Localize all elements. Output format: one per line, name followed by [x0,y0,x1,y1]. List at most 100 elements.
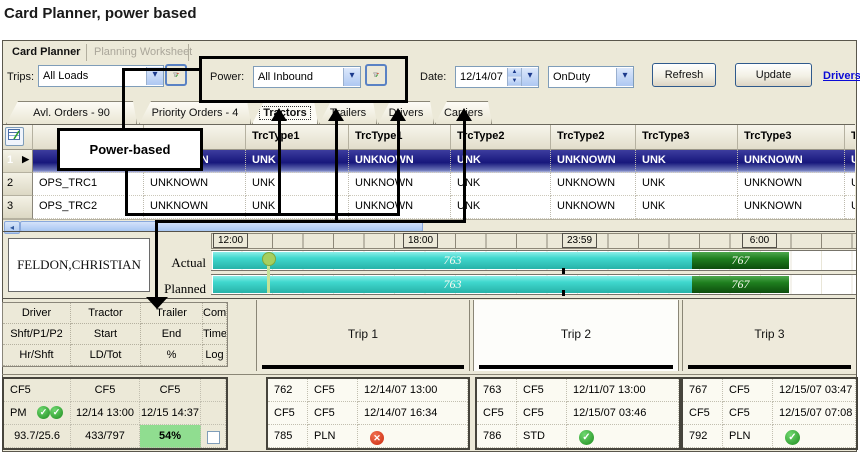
trip2-header[interactable]: Trip 2 [473,300,679,371]
table-row[interactable]: 2 OPS_TRC1 UNKNOWN UNK UNKNOWN UNK UNKNO… [3,173,855,196]
midnight-tick [562,268,565,274]
driver-card-cell [201,379,226,402]
grid-cell[interactable]: UNKNOWN [738,150,845,173]
arrow-up-icon [390,108,406,121]
grid-col-header[interactable]: TrcType1 [246,125,349,150]
timeline-tick-label: 18:00 [403,233,438,248]
grid-cell[interactable]: UNK [636,196,738,219]
trip1-header[interactable]: Trip 1 [256,300,470,371]
chevron-down-icon[interactable] [521,68,538,86]
gantt-bar-planned-next-trip[interactable]: 767 [692,276,789,293]
trip-cell: CF5 [268,402,308,425]
row-number: 2 [7,177,13,195]
spin-down-icon[interactable]: ▼ [508,77,521,86]
grid-cell[interactable]: UNK [636,173,738,196]
trip2-card[interactable]: 763 CF5 12/11/07 13:00 CF5 CF5 12/15/07 … [475,377,681,450]
page-title: Card Planner, power based [4,5,197,22]
legend-cell: Tractor [71,303,141,324]
grid-cell[interactable]: UNKNOWN [845,196,855,219]
date-value: 12/14/07 [456,71,507,83]
layout-grid-icon[interactable] [5,127,24,146]
arrow-up-icon [328,108,344,121]
trip-cell: 767 [683,379,723,402]
legend-cell: Time [203,324,227,345]
trip-cell: 12/11/07 13:00 [567,379,679,402]
grid-cell[interactable]: UNKNOWN [845,173,855,196]
trip-cell: CF5 [477,402,517,425]
grid-cell[interactable]: UNK [246,173,349,196]
grid-col-header[interactable]: TrcType2 [551,125,636,150]
legend-cell: End [141,324,203,345]
duty-combobox-value: OnDuty [549,71,616,83]
row-header[interactable]: 2 [3,173,33,196]
percent-cell: 54% [140,425,201,448]
grid-cell[interactable]: UNKNOWN [551,173,636,196]
annotation-power-rect [199,56,408,103]
grid-cell[interactable]: UNKNOWN [551,196,636,219]
trip-cell: PLN [723,425,773,448]
driver-card-cell [201,425,226,448]
chevron-down-icon[interactable] [616,68,633,86]
grid-cell[interactable]: UNKNOWN [349,150,451,173]
trip3-card[interactable]: 767 CF5 12/15/07 03:47 CF5 CF5 12/15/07 … [681,377,858,450]
grid-col-header[interactable]: TrcType4 [845,125,855,150]
trip3-header[interactable]: Trip 3 [682,300,856,371]
grid-col-header[interactable]: TrcType1 [349,125,451,150]
grid-cell[interactable]: UNKNOWN [845,150,855,173]
row-header[interactable]: 3 [3,196,33,219]
trip1-card[interactable]: 762 CF5 12/14/07 13:00 CF5 CF5 12/14/07 … [266,377,470,450]
grid-cell[interactable]: UNKNOWN [349,173,451,196]
trip-status-cell [358,425,468,448]
trip-cell: 12/14/07 16:34 [358,402,468,425]
driver-name: FELDON,CHRISTIAN [17,257,141,273]
date-spinner[interactable]: 12/14/07 ▲ ▼ [455,66,539,88]
trip-cell: CF5 [723,402,773,425]
driver-card-cell: CF5 [4,379,71,402]
grid-cell[interactable]: UNK [636,150,738,173]
grid-cell[interactable]: UNK [451,173,551,196]
time-pin-icon[interactable] [262,252,276,266]
legend-cell: Com [203,303,227,324]
grid-cell[interactable]: UNKNOWN [738,173,845,196]
trip-title: Trip 3 [683,327,856,341]
tab-avl-orders[interactable]: Avl. Orders - 90 [6,101,137,124]
grid-cell[interactable]: UNKNOWN [144,173,246,196]
refresh-button[interactable]: Refresh [652,63,716,87]
gantt-bar-actual-trip[interactable]: 763 [213,252,692,269]
grid-col-header[interactable]: TrcType3 [738,125,845,150]
grid-cell[interactable]: UNK [451,196,551,219]
tab-card-planner[interactable]: Card Planner [12,46,80,58]
tab-separator [86,44,87,61]
gantt-bar-actual-next-trip[interactable]: 767 [692,252,789,269]
tab-priority-orders[interactable]: Priority Orders - 4 [139,101,251,124]
drivers-link[interactable]: Drivers [823,70,860,82]
row-number: 1 [7,154,13,172]
annotation-label: Power-based [90,142,171,157]
update-button[interactable]: Update [735,63,812,87]
driver-card[interactable]: CF5 CF5 CF5 PM 12/14 13:00 12/15 14:37 9… [2,377,228,450]
gantt-bar-planned-trip[interactable]: 763 [213,276,692,293]
driver-card-cell: CF5 [71,379,140,402]
spin-up-icon[interactable]: ▲ [508,68,521,77]
grid-cell[interactable]: UNKNOWN [551,150,636,173]
grid-cell[interactable]: UNKNOWN [738,196,845,219]
driver-card-cell: 93.7/25.6 [4,425,71,448]
duty-combobox[interactable]: OnDuty [548,66,634,88]
log-checkbox[interactable] [207,431,220,444]
row-marker-icon: ▶ [22,154,29,172]
driver-card-cell: CF5 [140,379,201,402]
row-header[interactable]: 1▶ [3,150,33,173]
date-spin-buttons[interactable]: ▲ ▼ [507,68,521,86]
card-legend: Driver Tractor Trailer Com Shft/P1/P2 St… [2,302,228,367]
trip-cell: 763 [477,379,517,402]
grid-col-header[interactable]: TrcType2 [451,125,551,150]
grid-cell[interactable]: UNK [451,150,551,173]
tab-planning-worksheet[interactable]: Planning Worksheet [94,46,192,58]
trip-cell: 762 [268,379,308,402]
grid-col-header[interactable]: TrcType3 [636,125,738,150]
scroll-left-icon[interactable]: ◂ [4,221,20,234]
gantt-driver-name-box: FELDON,CHRISTIAN [8,238,150,292]
trip-cell: CF5 [723,379,773,402]
grid-cell[interactable]: UNK [246,150,349,173]
trip-title: Trip 1 [257,327,469,341]
